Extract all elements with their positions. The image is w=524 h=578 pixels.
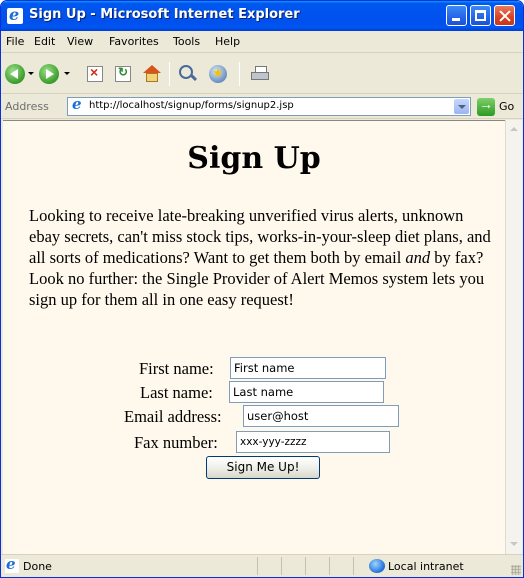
menu-bar: File Edit View Favorites Tools Help [1, 31, 523, 83]
address-url: http://localhost/signup/forms/signup2.js… [89, 100, 294, 111]
intro-paragraph: Looking to receive late-breaking unverif… [29, 205, 497, 310]
address-label: Address [5, 100, 49, 113]
go-arrow-icon [477, 96, 495, 116]
page-title: Sign Up [187, 141, 321, 176]
toolbar [1, 54, 523, 94]
go-label: Go [499, 100, 515, 113]
vertical-scrollbar[interactable] [505, 120, 522, 554]
page-content: Sign Up Looking to receive late-breaking… [3, 120, 505, 554]
first-name-field[interactable]: First name [230, 357, 386, 379]
chevron-down-icon[interactable] [454, 99, 469, 114]
status-bar: Done Local intranet [1, 554, 523, 577]
toolbar-divider [169, 62, 170, 86]
minimize-icon[interactable] [446, 5, 467, 26]
security-zone: Local intranet [388, 560, 464, 573]
back-icon[interactable] [5, 64, 25, 84]
fax-row: Fax number: xxx-yyy-zzzz [3, 431, 505, 453]
intranet-zone-icon [369, 559, 385, 573]
scroll-up-icon[interactable] [507, 121, 522, 138]
email-field[interactable]: user@host [243, 405, 399, 427]
ie-logo-icon [7, 5, 23, 24]
back-dropdown-icon[interactable] [28, 72, 34, 75]
refresh-icon[interactable] [115, 65, 131, 82]
home-icon[interactable] [143, 65, 161, 82]
intro-emphasis: and [405, 248, 431, 267]
fax-label: Fax number: [134, 433, 218, 452]
page-icon [71, 95, 85, 113]
menu-help[interactable]: Help [215, 35, 240, 48]
maximize-icon[interactable] [470, 5, 491, 26]
browser-window: Sign Up - Microsoft Internet Explorer Fi… [0, 0, 524, 578]
status-pane [329, 557, 353, 575]
favorites-icon[interactable] [209, 65, 227, 83]
go-button[interactable]: Go [477, 96, 521, 116]
email-label: Email address: [124, 407, 222, 426]
sign-me-up-button[interactable]: Sign Me Up! [206, 456, 320, 479]
resize-grip-icon[interactable] [511, 565, 521, 575]
menu-favorites[interactable]: Favorites [109, 35, 159, 48]
print-icon[interactable] [251, 66, 269, 82]
last-name-field[interactable]: Last name [229, 381, 384, 403]
menu-tools[interactable]: Tools [173, 35, 200, 48]
toolbar-divider [239, 62, 240, 86]
last-name-row: Last name: Last name [3, 381, 505, 403]
search-icon[interactable] [179, 65, 197, 83]
address-input[interactable]: http://localhost/signup/forms/signup2.js… [67, 95, 471, 116]
forward-icon[interactable] [39, 64, 59, 84]
address-bar: Address http://localhost/signup/forms/si… [1, 95, 523, 119]
status-pane [305, 557, 329, 575]
menu-edit[interactable]: Edit [34, 35, 55, 48]
forward-dropdown-icon[interactable] [64, 72, 70, 75]
status-pane [257, 557, 281, 575]
status-text: Done [23, 560, 52, 573]
page-done-icon [5, 555, 19, 573]
stop-icon[interactable] [87, 64, 103, 82]
last-name-label: Last name: [140, 383, 213, 402]
close-icon[interactable] [494, 5, 515, 26]
menu-file[interactable]: File [6, 35, 24, 48]
first-name-row: First name: First name [3, 357, 505, 379]
window-title: Sign Up - Microsoft Internet Explorer [29, 7, 300, 22]
status-pane [281, 557, 305, 575]
menu-view[interactable]: View [67, 35, 93, 48]
email-row: Email address: user@host [3, 405, 505, 427]
title-bar[interactable]: Sign Up - Microsoft Internet Explorer [1, 1, 523, 31]
fax-field[interactable]: xxx-yyy-zzzz [236, 431, 390, 453]
scroll-down-icon[interactable] [507, 536, 522, 553]
first-name-label: First name: [139, 359, 214, 378]
